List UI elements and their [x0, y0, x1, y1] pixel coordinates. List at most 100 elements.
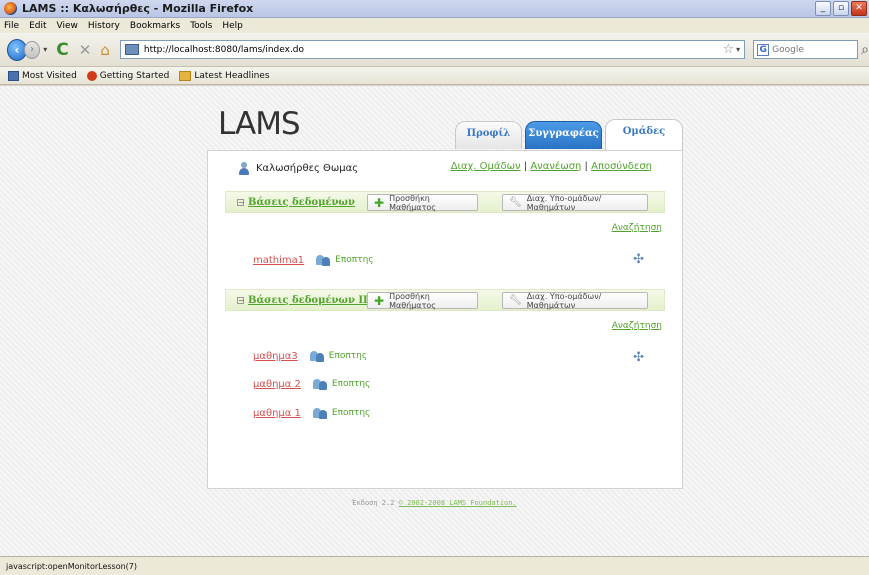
- page-content: LAMS Προφίλ Συγγραφέας Ομάδες Καλωσήρθες…: [0, 86, 869, 556]
- version-text: Έκδοση 2.2: [352, 499, 395, 507]
- close-button[interactable]: ✕: [851, 1, 867, 16]
- user-info: Καλωσήρθες Θωμας: [238, 161, 358, 175]
- wrench-icon: 🔧︎: [509, 197, 522, 208]
- top-links: Διαχ. Ομάδων | Ανανέωση | Αποσύνδεση: [451, 161, 652, 172]
- collapse-icon[interactable]: −: [237, 296, 245, 304]
- search-link[interactable]: Αναζήτηση: [612, 321, 662, 331]
- wrench-icon: 🔧︎: [509, 295, 522, 306]
- user-icon: [238, 161, 250, 175]
- forward-button[interactable]: ›: [23, 40, 41, 59]
- lesson-row: μαθημα 1 Εποπτης: [253, 407, 370, 419]
- menu-help[interactable]: Help: [222, 21, 243, 31]
- rss-folder-icon: [179, 70, 192, 81]
- navigation-toolbar: ‹ › ▾ C ✕ ⌂ http://localhost:8080/lams/i…: [0, 33, 869, 67]
- search-bar[interactable]: G: [753, 40, 859, 59]
- getting-started-icon: [86, 70, 97, 81]
- people-icon: [312, 378, 327, 390]
- address-bar[interactable]: http://localhost:8080/lams/index.do ☆ ▾: [119, 40, 746, 59]
- stop-icon[interactable]: ✕: [79, 41, 92, 59]
- monitor-label: Εποπτης: [335, 255, 374, 265]
- window-titlebar: LAMS :: Καλωσήρθες - Mozilla Firefox _ ▫…: [0, 0, 869, 18]
- lesson-name-link[interactable]: μαθημα 2: [253, 379, 301, 390]
- window-title: LAMS :: Καλωσήρθες - Mozilla Firefox: [22, 2, 254, 15]
- manage-subgroups-label: Διαχ. Υπο-ομάδων/Μαθημάτων: [526, 193, 602, 212]
- org-header: − Βάσεις δεδομένων ✚ Προσθήκη Μαθήματος …: [225, 191, 665, 213]
- menu-file[interactable]: File: [4, 21, 19, 31]
- add-lesson-label: Προσθήκη Μαθήματος: [389, 193, 436, 212]
- link-separator: |: [581, 161, 592, 172]
- monitor-link[interactable]: Εποπτης: [316, 254, 374, 266]
- org-name-link[interactable]: Βάσεις δεδομένων: [248, 197, 355, 208]
- menu-view[interactable]: View: [57, 21, 78, 31]
- refresh-link[interactable]: Ανανέωση: [530, 161, 581, 172]
- lesson-name-link[interactable]: μαθημα3: [253, 351, 298, 362]
- add-lesson-button[interactable]: ✚ Προσθήκη Μαθήματος: [367, 291, 478, 310]
- people-icon: [316, 254, 331, 266]
- bookmark-getting-started[interactable]: Getting Started: [86, 70, 170, 81]
- status-text: javascript:openMonitorLesson(7): [6, 561, 137, 571]
- add-lesson-button[interactable]: ✚ Προσθήκη Μαθήματος: [367, 193, 478, 212]
- firefox-icon: [4, 2, 17, 15]
- monitor-link[interactable]: Εποπτης: [312, 378, 371, 390]
- search-link[interactable]: Αναζήτηση: [612, 223, 662, 233]
- maximize-button[interactable]: ▫: [833, 1, 849, 16]
- tab-groups[interactable]: Ομάδες: [605, 119, 683, 150]
- lams-logo: LAMS: [218, 106, 301, 142]
- page-footer: Έκδοση 2.2 © 2002-2008 LAMS Foundation.: [0, 499, 869, 507]
- most-visited-icon: [8, 70, 19, 81]
- org-name-link[interactable]: Βάσεις δεδομένων ΙΙ: [248, 295, 368, 306]
- plus-icon: ✚: [374, 195, 385, 210]
- site-identity-icon[interactable]: [124, 44, 139, 55]
- search-go-icon[interactable]: ⌕: [861, 42, 869, 58]
- lesson-row: μαθημα3 Εποπτης: [253, 350, 367, 362]
- link-separator: |: [520, 161, 531, 172]
- bookmark-label: Most Visited: [22, 70, 77, 81]
- manage-subgroups-button[interactable]: 🔧︎ Διαχ. Υπο-ομάδων/Μαθημάτων: [502, 291, 648, 310]
- lesson-row: μαθημα 2 Εποπτης: [253, 378, 370, 390]
- menu-tools[interactable]: Tools: [190, 21, 212, 31]
- copyright-link[interactable]: © 2002-2008 LAMS Foundation.: [399, 499, 517, 507]
- menu-bookmarks[interactable]: Bookmarks: [130, 21, 180, 31]
- tab-profile[interactable]: Προφίλ: [455, 121, 522, 149]
- monitor-link[interactable]: Εποπτης: [312, 407, 371, 419]
- lesson-settings-icon[interactable]: ✣: [633, 350, 644, 365]
- user-name: Καλωσήρθες Θωμας: [256, 162, 359, 174]
- google-icon[interactable]: G: [757, 43, 770, 56]
- groups-panel: Καλωσήρθες Θωμας Διαχ. Ομάδων | Ανανέωση…: [207, 150, 683, 489]
- manage-groups-link[interactable]: Διαχ. Ομάδων: [451, 161, 521, 172]
- plus-icon: ✚: [374, 293, 385, 308]
- bookmarks-toolbar: Most Visited Getting Started Latest Head…: [0, 67, 869, 85]
- url-text[interactable]: http://localhost:8080/lams/index.do: [144, 45, 304, 55]
- collapse-icon[interactable]: −: [237, 198, 245, 206]
- manage-subgroups-button[interactable]: 🔧︎ Διαχ. Υπο-ομάδων/Μαθημάτων: [502, 193, 648, 212]
- home-icon[interactable]: ⌂: [100, 41, 110, 59]
- people-icon: [312, 407, 327, 419]
- menu-history[interactable]: History: [88, 21, 120, 31]
- monitor-label: Εποπτης: [331, 379, 371, 389]
- url-dropdown-icon[interactable]: ▾: [736, 45, 740, 54]
- lesson-row: mathima1 Εποπτης: [253, 254, 374, 266]
- monitor-label: Εποπτης: [331, 408, 371, 418]
- bookmark-label: Latest Headlines: [194, 70, 270, 81]
- people-icon: [309, 350, 324, 362]
- bookmark-label: Getting Started: [99, 70, 170, 81]
- bookmark-most-visited[interactable]: Most Visited: [8, 70, 77, 81]
- menu-edit[interactable]: Edit: [29, 21, 46, 31]
- bookmark-star-icon[interactable]: ☆: [722, 42, 734, 57]
- manage-subgroups-label: Διαχ. Υπο-ομάδων/Μαθημάτων: [526, 291, 602, 310]
- bookmark-latest-headlines[interactable]: Latest Headlines: [179, 70, 270, 81]
- minimize-button[interactable]: _: [815, 1, 831, 16]
- menu-bar: File Edit View History Bookmarks Tools H…: [0, 18, 869, 33]
- reload-icon[interactable]: C: [56, 40, 68, 60]
- status-bar: javascript:openMonitorLesson(7): [0, 556, 869, 575]
- history-dropdown-icon[interactable]: ▾: [43, 45, 47, 54]
- monitor-link[interactable]: Εποπτης: [309, 350, 368, 362]
- logout-link[interactable]: Αποσύνδεση: [591, 161, 652, 172]
- monitor-label: Εποπτης: [328, 351, 368, 361]
- search-input[interactable]: [772, 44, 858, 55]
- lesson-name-link[interactable]: mathima1: [253, 255, 304, 266]
- lesson-settings-icon[interactable]: ✣: [633, 252, 644, 267]
- add-lesson-label: Προσθήκη Μαθήματος: [389, 291, 436, 310]
- tab-authors[interactable]: Συγγραφέας: [525, 121, 602, 149]
- lesson-name-link[interactable]: μαθημα 1: [253, 408, 301, 419]
